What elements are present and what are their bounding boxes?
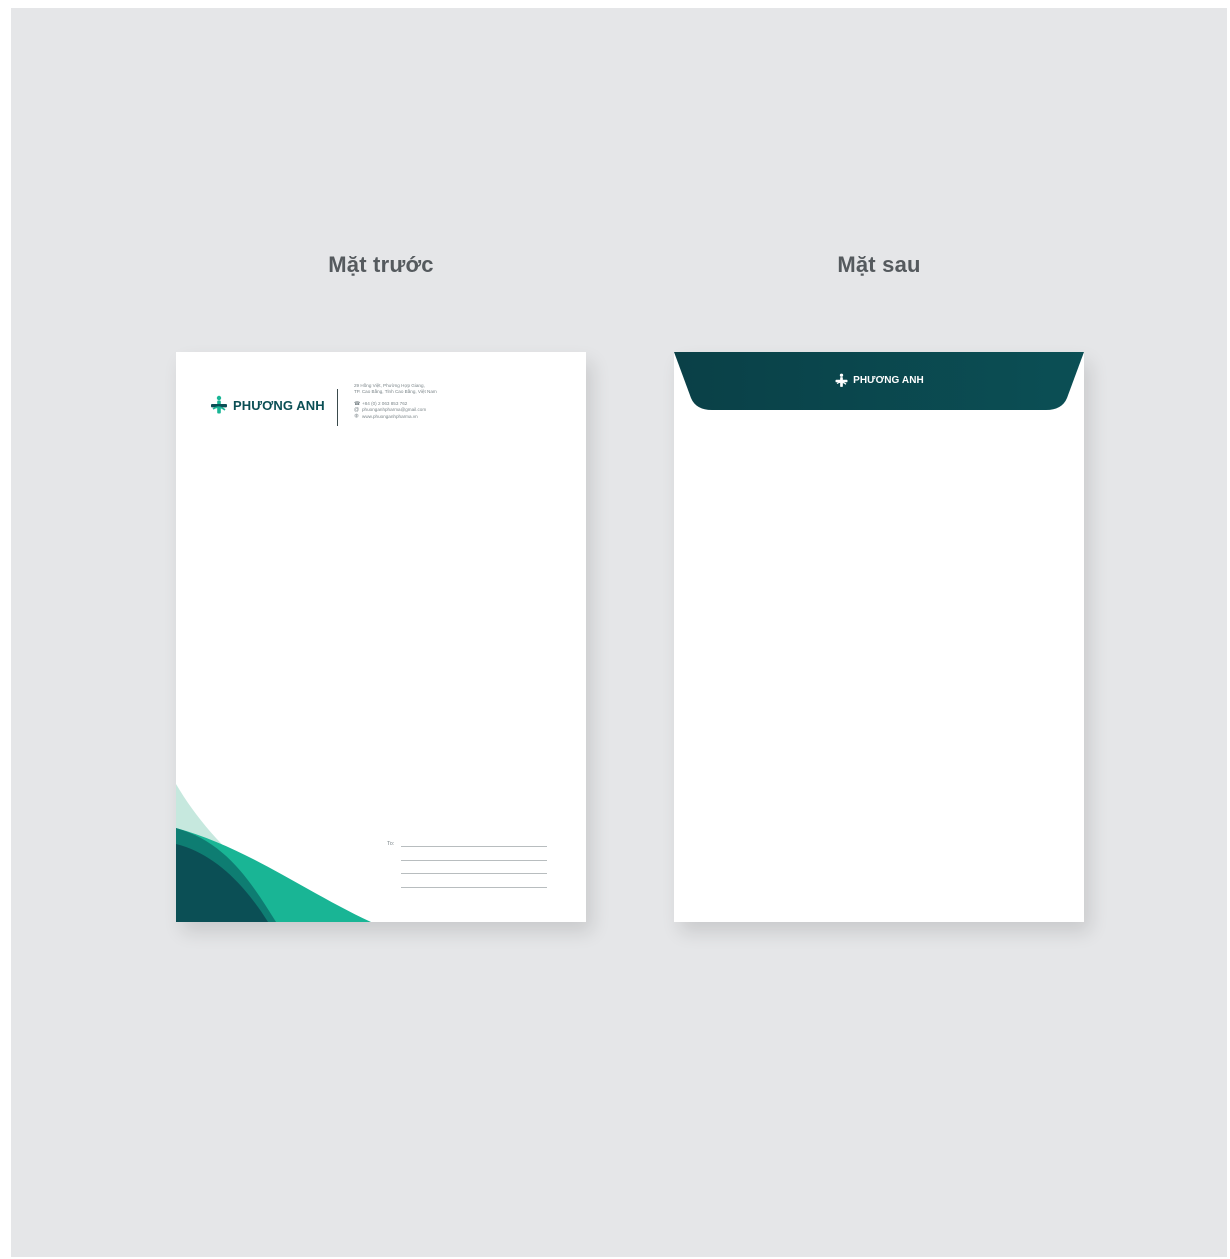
decorative-waves [176,784,371,922]
contact-block: 29 Hồng Việt, Phường Hợp Giang, TP. Cao … [354,383,554,420]
flap-brand-name: PHƯƠNG ANH [853,375,924,386]
front-side-title: Mặt trước [328,252,434,277]
pharmacy-cross-icon [211,395,227,414]
envelope-back: PHƯƠNG ANH [674,352,1084,922]
website-text: www.phuonganhpharma.vn [362,413,418,419]
envelope-front: PHƯƠNG ANH 29 Hồng Việt, Phường Hợp Gian… [176,352,586,922]
email-icon: @ [354,406,360,413]
flap-brand-logo: PHƯƠNG ANH [674,373,1084,388]
back-side-title: Mặt sau [837,252,921,277]
brand-logo: PHƯƠNG ANH [209,395,325,415]
phone-icon: ☎ [354,400,361,407]
brand-name: PHƯƠNG ANH [233,397,325,413]
pharmacy-cross-icon [835,373,848,387]
header-divider [337,389,338,426]
website-row: ◍ www.phuonganhpharma.vn [354,414,554,420]
globe-icon: ◍ [354,413,359,420]
